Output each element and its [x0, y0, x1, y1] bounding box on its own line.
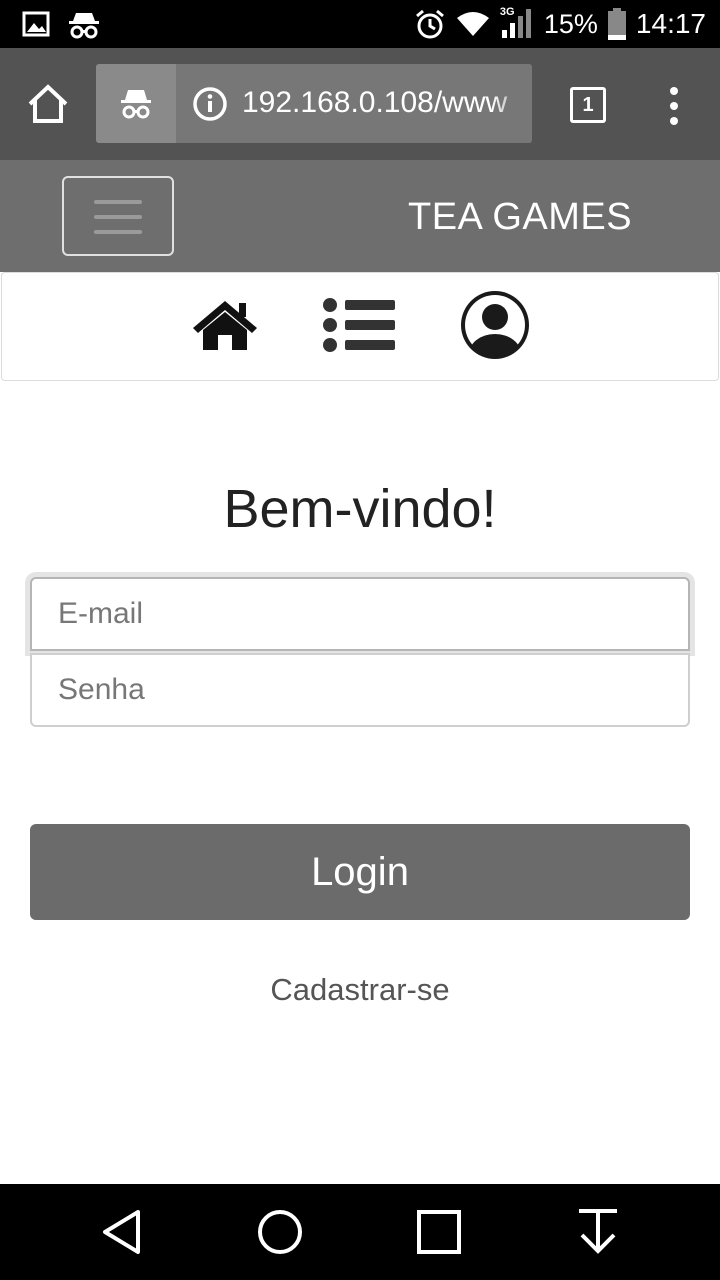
gallery-icon: [22, 11, 50, 37]
back-icon[interactable]: [100, 1208, 144, 1256]
hamburger-icon-line: [94, 200, 142, 204]
url-text: 192.168.0.108/www: [242, 86, 508, 119]
signal-indicator: 3G: [500, 6, 534, 40]
email-field[interactable]: [30, 577, 690, 651]
info-icon[interactable]: [192, 86, 228, 122]
home-icon[interactable]: [26, 82, 70, 126]
incognito-icon: [121, 90, 151, 119]
home-circle-icon[interactable]: [257, 1208, 303, 1256]
status-bar: 3G 15% 14:17: [0, 0, 720, 48]
browser-toolbar: 192.168.0.108/www 1: [0, 48, 720, 160]
download-icon[interactable]: [576, 1208, 620, 1256]
page-title: Bem-vindo!: [223, 479, 497, 539]
tab-switcher-button[interactable]: 1: [570, 87, 606, 123]
app-navbar: TEA GAMES: [0, 160, 720, 272]
recents-icon[interactable]: [416, 1208, 462, 1256]
alarm-icon: [415, 9, 444, 39]
hamburger-icon-line: [94, 215, 142, 219]
brand-title[interactable]: TEA GAMES: [408, 196, 632, 239]
battery-icon: [607, 8, 626, 40]
user-circle-icon[interactable]: [458, 288, 532, 362]
incognito-icon: [69, 13, 99, 39]
battery-percent: 15%: [543, 8, 598, 39]
hamburger-icon-line: [94, 230, 142, 234]
signup-link[interactable]: Cadastrar-se: [0, 972, 720, 1008]
home-icon[interactable]: [191, 298, 259, 352]
clock: 14:17: [635, 8, 706, 39]
navbar-toggler-button[interactable]: [62, 176, 174, 256]
android-nav-bar: [0, 1184, 720, 1280]
list-icon[interactable]: [321, 297, 397, 353]
icon-nav: [1, 272, 719, 381]
more-vert-icon[interactable]: [664, 86, 684, 126]
address-bar[interactable]: 192.168.0.108/www: [96, 64, 532, 143]
incognito-badge: [96, 64, 176, 143]
login-button[interactable]: Login: [30, 824, 690, 920]
url-fade: [492, 64, 532, 143]
password-field[interactable]: [30, 653, 690, 727]
signal-icon: [501, 9, 531, 38]
wifi-icon: [456, 12, 489, 36]
